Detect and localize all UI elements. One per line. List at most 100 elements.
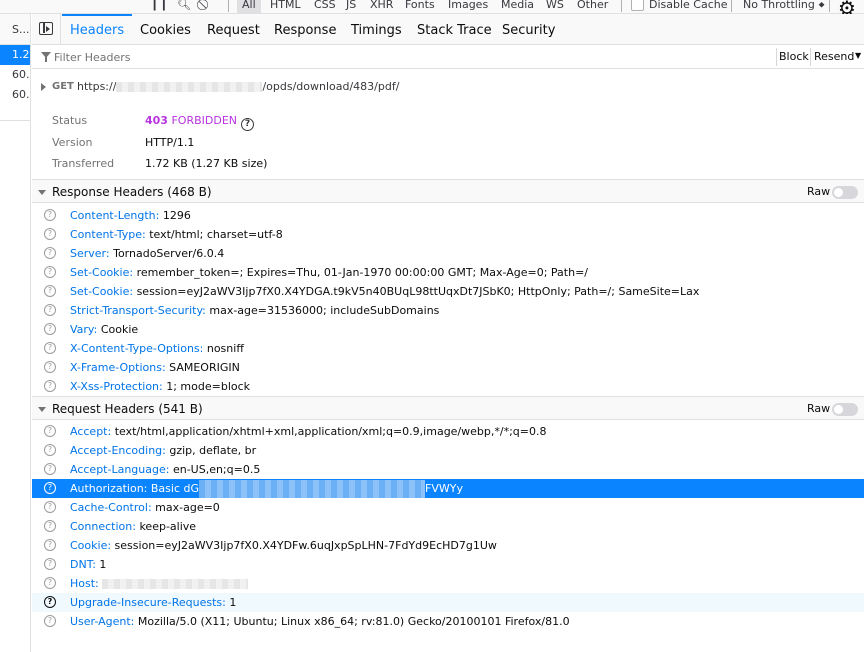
response-headers-section[interactable]: Response Headers (468 B) Raw <box>32 179 864 203</box>
url-path: /opds/download/483/pdf/ <box>262 80 400 93</box>
filter-html[interactable]: HTML <box>270 0 301 13</box>
tab-stack-trace[interactable]: Stack Trace <box>409 14 500 45</box>
tab-cookies[interactable]: Cookies <box>132 14 199 45</box>
help-icon[interactable]: ? <box>44 361 56 373</box>
header-row[interactable]: ? Host: <box>32 574 864 593</box>
help-icon[interactable]: ? <box>44 558 56 570</box>
help-icon[interactable]: ? <box>44 615 56 627</box>
header-row[interactable]: ? Accept-Encoding: gzip, deflate, br <box>32 441 864 460</box>
help-icon[interactable]: ? <box>44 380 56 392</box>
header-name: X-Xss-Protection: 1; mode=block <box>70 377 250 396</box>
status-value: 403 FORBIDDEN? <box>145 110 255 131</box>
request-list: S... 1.2 60.2 60.2 <box>0 14 31 652</box>
tab-response[interactable]: Response <box>266 14 344 45</box>
help-icon[interactable]: ? <box>44 228 56 240</box>
header-row[interactable]: ? Strict-Transport-Security: max-age=3153… <box>32 301 864 320</box>
header-row[interactable]: ? Cookie: session=eyJ2aWV3Ijp7fX0.X4YDFw.… <box>32 536 864 555</box>
filter-js[interactable]: JS <box>346 0 356 13</box>
header-name: Authorization: Basic dG FVWYy <box>70 479 463 498</box>
header-row[interactable]: ? Content-Type: text/html; charset=utf-8 <box>32 225 864 244</box>
filter-ws[interactable]: WS <box>546 0 564 13</box>
redacted-credentials <box>199 480 426 498</box>
throttling-select[interactable]: No Throttling ⯁ <box>743 0 825 13</box>
filter-fonts[interactable]: Fonts <box>405 0 435 13</box>
resend-button[interactable]: Resend <box>814 49 854 65</box>
header-row[interactable]: ? Set-Cookie: session=eyJ2aWV3Ijp7fX0.X4Y… <box>32 282 864 301</box>
help-icon[interactable]: ? <box>44 323 56 335</box>
header-name-text: Authorization: <box>70 482 148 495</box>
header-row[interactable]: ? Accept: text/html,application/xhtml+xml… <box>32 422 864 441</box>
summary-version: Version HTTP/1.1 <box>32 132 864 154</box>
filter-headers-bar: Block Resend ▼ <box>32 45 864 69</box>
help-icon[interactable]: ? <box>241 118 255 131</box>
header-row-selected[interactable]: ? Authorization: Basic dG FVWYy <box>32 479 864 498</box>
help-icon[interactable]: ? <box>44 342 56 354</box>
help-icon[interactable]: ? <box>44 463 56 475</box>
header-value: session=eyJ2aWV3Ijp7fX0.X4YDFw.6uqJxpSpL… <box>114 539 497 552</box>
header-row[interactable]: ? DNT: 1 <box>32 555 864 574</box>
header-row-hovered[interactable]: ? Upgrade-Insecure-Requests: 1 <box>32 593 864 612</box>
pause-icon[interactable]: ❙❙ <box>150 0 168 13</box>
request-headers-section[interactable]: Request Headers (541 B) Raw <box>32 396 864 420</box>
help-icon[interactable]: ? <box>44 425 56 437</box>
header-row[interactable]: ? Server: TornadoServer/6.0.4 <box>32 244 864 263</box>
request-row[interactable]: 1.2 <box>0 45 30 65</box>
header-name: Cookie: session=eyJ2aWV3Ijp7fX0.X4YDFw.6… <box>70 536 497 555</box>
help-icon[interactable]: ? <box>44 577 56 589</box>
help-icon[interactable]: ? <box>44 482 56 494</box>
help-icon[interactable]: ? <box>44 596 56 608</box>
search-icon[interactable]: 🔍︎ <box>177 0 191 13</box>
raw-toggle[interactable] <box>832 403 858 416</box>
request-row[interactable]: 60.2 <box>0 65 30 85</box>
help-icon[interactable]: ? <box>44 247 56 259</box>
disable-cache-checkbox[interactable] <box>631 0 644 11</box>
help-icon[interactable]: ? <box>44 444 56 456</box>
header-name: Accept-Language: en-US,en;q=0.5 <box>70 460 260 479</box>
filter-xhr[interactable]: XHR <box>370 0 393 13</box>
block-button[interactable]: Block <box>779 49 809 65</box>
help-icon[interactable]: ? <box>44 520 56 532</box>
status-text: FORBIDDEN <box>171 114 238 127</box>
raw-toggle[interactable] <box>832 186 858 199</box>
collapse-arrow-icon[interactable] <box>38 190 46 195</box>
header-name: Host: <box>70 574 249 593</box>
help-icon[interactable]: ? <box>44 501 56 513</box>
help-icon[interactable]: ? <box>44 266 56 278</box>
filter-media[interactable]: Media <box>501 0 534 13</box>
toolbar-separator <box>228 0 229 12</box>
filter-other[interactable]: Other <box>577 0 608 13</box>
header-row[interactable]: ? Cache-Control: max-age=0 <box>32 498 864 517</box>
dropdown-arrow-icon[interactable]: ▼ <box>855 52 861 60</box>
header-row[interactable]: ? Vary: Cookie <box>32 320 864 339</box>
tab-headers[interactable]: Headers <box>62 14 133 45</box>
header-row[interactable]: ? Set-Cookie: remember_token=; Expires=Th… <box>32 263 864 282</box>
header-row[interactable]: ? Connection: keep-alive <box>32 517 864 536</box>
filter-css[interactable]: CSS <box>314 0 336 13</box>
tab-request[interactable]: Request <box>199 14 268 45</box>
header-name-text: Vary: <box>70 323 98 336</box>
expand-arrow-icon[interactable] <box>41 83 46 91</box>
help-icon[interactable]: ? <box>44 539 56 551</box>
header-name: Upgrade-Insecure-Requests: 1 <box>70 593 236 612</box>
header-row[interactable]: ? X-Xss-Protection: 1; mode=block <box>32 377 864 396</box>
request-url-row[interactable]: GET https:// /opds/download/483/pdf/ <box>32 78 864 96</box>
header-row[interactable]: ? Accept-Language: en-US,en;q=0.5 <box>32 460 864 479</box>
toggle-sidebar-icon[interactable] <box>39 22 53 35</box>
tab-timings[interactable]: Timings <box>343 14 410 45</box>
filter-all[interactable]: All <box>237 0 261 13</box>
collapse-arrow-icon[interactable] <box>38 407 46 412</box>
header-row[interactable]: ? X-Frame-Options: SAMEORIGIN <box>32 358 864 377</box>
header-row[interactable]: ? Content-Length: 1296 <box>32 206 864 225</box>
help-icon[interactable]: ? <box>44 285 56 297</box>
response-headers-title: Response Headers (468 B) <box>52 185 212 199</box>
filter-headers-input[interactable] <box>54 47 754 67</box>
header-row[interactable]: ? X-Content-Type-Options: nosniff <box>32 339 864 358</box>
throttling-label: No Throttling <box>743 0 815 11</box>
request-row[interactable]: 60.2 <box>0 85 30 105</box>
filter-images[interactable]: Images <box>448 0 488 13</box>
help-icon[interactable]: ? <box>44 209 56 221</box>
help-icon[interactable]: ? <box>44 304 56 316</box>
header-row[interactable]: ? User-Agent: Mozilla/5.0 (X11; Ubuntu; L… <box>32 612 864 631</box>
request-list-header[interactable]: S... <box>0 14 30 45</box>
tab-security[interactable]: Security <box>494 14 563 45</box>
